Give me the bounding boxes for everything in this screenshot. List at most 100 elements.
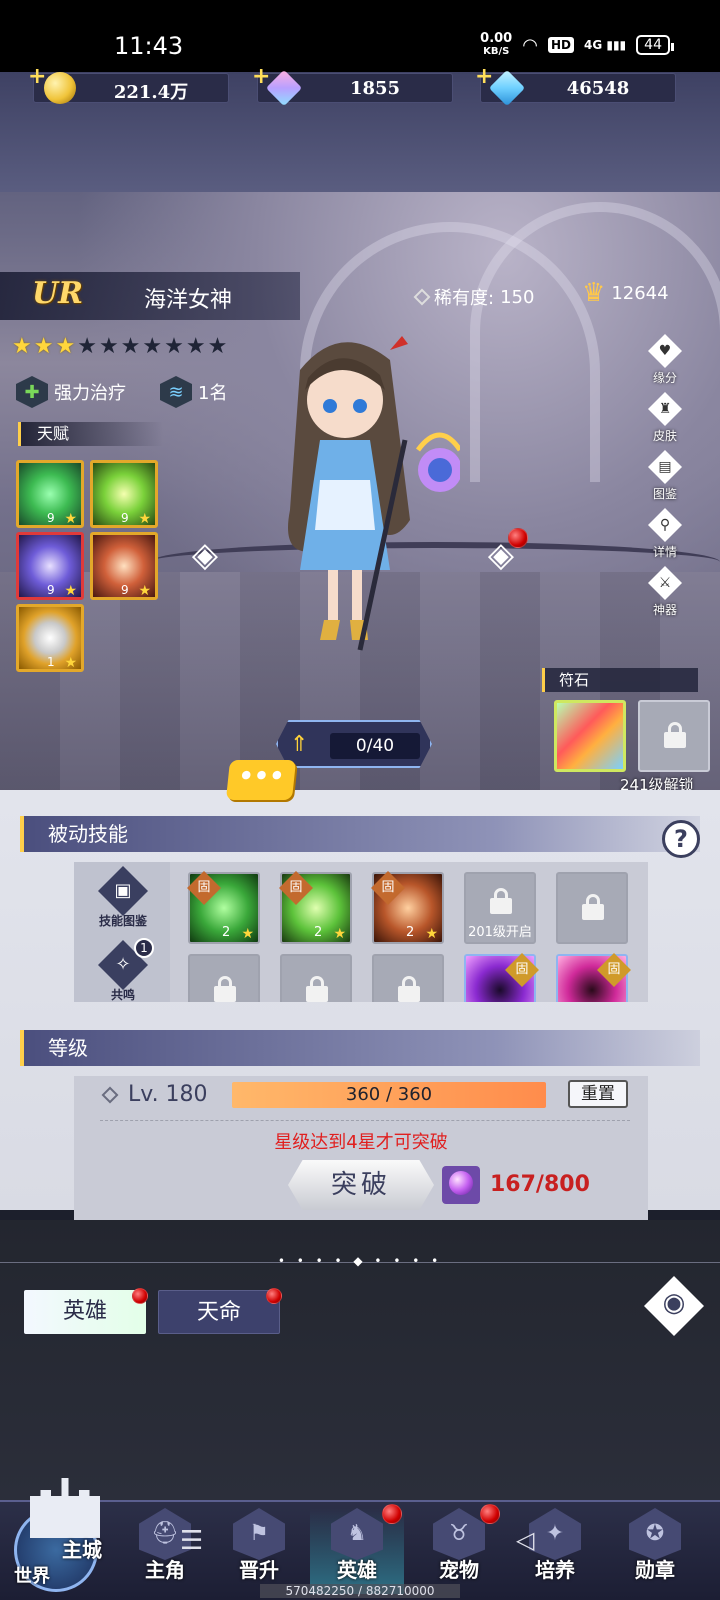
chat-bubble-button[interactable]: ••• (225, 760, 297, 800)
passive-skill-slot[interactable]: 固 (464, 953, 539, 1002)
passive-skill-slot[interactable]: 固 2 ★ (371, 871, 444, 944)
codex-button[interactable]: ▤ 图鉴 (640, 450, 690, 504)
fixed-badge-label: 固 (197, 880, 211, 895)
passive-skill-slot[interactable]: 固 (556, 953, 631, 1002)
magnifier-icon: ⚲ (648, 508, 682, 542)
element-label: 1名 (198, 383, 228, 404)
city-label: 主城 (62, 1538, 102, 1562)
world-city-button[interactable]: 主城 世界 (6, 1470, 116, 1598)
talent-slot[interactable]: 9 ★ (90, 460, 158, 528)
artifact-button[interactable]: ⚔ 神器 (640, 566, 690, 620)
talent-level: 1 (47, 655, 55, 669)
level-row: Lv. 180 (101, 1082, 208, 1107)
skill-level: 2 (314, 925, 323, 940)
net-speed-value: 0.00 (480, 31, 513, 46)
lock-icon (306, 976, 328, 1002)
nav-medal[interactable]: ✪ 勋章 (608, 1508, 702, 1594)
status-time: 11:43 (114, 32, 184, 60)
diamond-icon (488, 69, 526, 107)
gold-coin-icon (44, 72, 76, 104)
hero-element-tag[interactable]: ≋ 1名 (160, 376, 227, 408)
notification-dot (132, 1288, 148, 1304)
net-speed-unit: KB/S (483, 46, 510, 57)
passive-skill-slot[interactable]: 固 2 ★ (279, 871, 352, 944)
prev-hero-arrow[interactable]: ◈ (188, 538, 222, 572)
plus-icon: ✚ (16, 376, 48, 408)
talent-slot[interactable]: 1 ★ (16, 604, 84, 672)
skill-codex-button[interactable]: ▣ 技能图鉴 (92, 866, 154, 929)
hero-role-tag[interactable]: ✚ 强力治疗 (16, 376, 126, 408)
hero-character-model[interactable] (240, 320, 463, 660)
star-icon: ★ (138, 511, 151, 527)
rarity-diamond-icon (413, 288, 431, 306)
nav-promotion[interactable]: ⚑ 晋升 (212, 1508, 306, 1594)
signal-icon: 4G ▮▮▮ (583, 38, 627, 52)
details-label: 详情 (652, 545, 677, 559)
talent-slot[interactable]: 9 ★ (16, 460, 84, 528)
passive-skill-locked[interactable]: 201级开启 (464, 872, 536, 944)
world-label: 世界 (14, 1566, 50, 1587)
skin-button[interactable]: ♜ 皮肤 (640, 392, 690, 446)
star-filled: ★ (33, 334, 54, 359)
currency-rainbow-crystal[interactable]: + 1855 (252, 64, 453, 107)
talent-slot[interactable]: 9 ★ (90, 532, 158, 600)
crown-icon: ♛ (582, 278, 606, 308)
details-button[interactable]: ⚲ 详情 (640, 508, 690, 562)
hero-name: 海洋女神 (144, 288, 233, 313)
help-button[interactable]: ? (662, 820, 700, 858)
skin-label: 皮肤 (652, 429, 677, 443)
level-exp-bar: 360 / 360 (232, 1082, 546, 1108)
level-text: Lv. 180 (128, 1082, 208, 1107)
star-icon: ★ (64, 655, 77, 671)
notification-dot (508, 528, 528, 548)
system-menu-icon[interactable]: ☰ (180, 1526, 203, 1556)
sword-icon: ⚔ (648, 566, 682, 600)
tab-hero[interactable]: 英雄 (24, 1290, 146, 1334)
star-icon: ★ (425, 926, 438, 942)
passive-skill-locked[interactable] (280, 954, 352, 1002)
passive-skill-locked[interactable] (188, 954, 260, 1002)
star-rating: ★ ★ ★ ★ ★ ★ ★ ★ ★ ★ (12, 334, 227, 359)
resonance-button[interactable]: ✧ 共鸣 1 (92, 938, 154, 1003)
notification-dot (480, 1504, 500, 1524)
talent-level: 9 (47, 583, 55, 597)
currency-gold[interactable]: + 221.4万 (28, 64, 229, 104)
star-icon: ★ (64, 511, 77, 527)
wave-icon: ≋ (160, 376, 192, 408)
fixed-badge: 固 (187, 871, 221, 905)
level-diamond-icon (101, 1086, 119, 1103)
star-empty: ★ (164, 334, 184, 359)
passive-skill-slot[interactable]: 固 2 ★ (187, 871, 260, 944)
combat-power: ♛ 12644 (582, 278, 669, 308)
reset-button[interactable]: 重置 (568, 1080, 628, 1108)
star-icon: ★ (241, 926, 254, 942)
breakthrough-button[interactable]: 突破 (288, 1160, 434, 1210)
star-filled: ★ (12, 334, 32, 359)
diamond-value: 46548 (566, 78, 630, 99)
currency-diamond[interactable]: + 46548 (475, 64, 676, 107)
shirt-icon: ♜ (648, 392, 682, 426)
notification-dot (382, 1504, 402, 1524)
skill-unlock-text: 201级开启 (468, 925, 532, 940)
bond-button[interactable]: ♥ 缘分 (640, 334, 690, 388)
skill-level: 2 (222, 925, 231, 940)
status-bar: 11:43 0.00 KB/S ◠ HD 4G ▮▮▮ 44 (0, 0, 720, 72)
rune-slot-locked[interactable] (638, 700, 710, 772)
breakthrough-warning: 星级达到4星才可突破 (274, 1132, 448, 1153)
fixed-badge-label: 固 (289, 880, 303, 895)
passive-skill-locked[interactable] (556, 872, 628, 944)
knight-icon: ♞ (331, 1508, 383, 1560)
system-back-icon[interactable]: ◁ (516, 1526, 534, 1554)
star-empty: ★ (98, 334, 119, 359)
bond-label: 缘分 (652, 371, 677, 385)
tab-fate[interactable]: 天命 (158, 1290, 280, 1334)
banner-icon: ⚑ (233, 1508, 285, 1560)
talent-slot[interactable]: 9 ★ (16, 532, 84, 600)
skill-book-icon: ▣ (98, 866, 148, 916)
status-icons: 0.00 KB/S ◠ HD 4G ▮▮▮ 44 (480, 31, 674, 58)
ornament-dots: • • • • ◆ • • • • (277, 1254, 443, 1268)
hero-sprite (288, 336, 463, 651)
passive-skill-locked[interactable] (372, 954, 444, 1002)
rune-slot-equipped[interactable] (554, 700, 626, 772)
star-empty: ★ (120, 334, 141, 359)
